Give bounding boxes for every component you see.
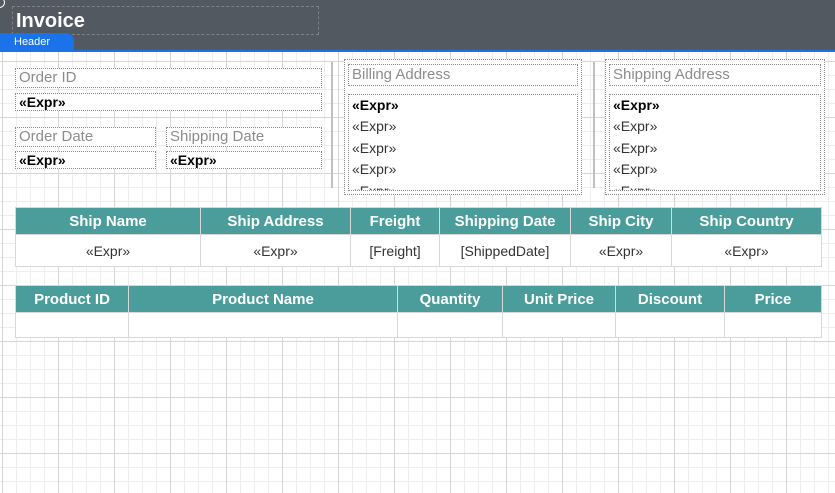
cell-unit-price[interactable] xyxy=(502,312,616,338)
ship-details-table[interactable]: Ship Name Ship Address Freight Shipping … xyxy=(15,207,822,267)
cell-quantity[interactable] xyxy=(397,312,503,338)
cell-freight[interactable]: [Freight] xyxy=(350,234,440,267)
title-textbox[interactable]: Invoice xyxy=(12,6,319,35)
order-date-label[interactable]: Order Date xyxy=(15,127,156,147)
cell-ship-country[interactable]: «Expr» xyxy=(671,234,822,267)
shipping-address-label[interactable]: Shipping Address xyxy=(609,64,821,86)
shipping-address-panel[interactable]: Shipping Address «Expr» «Expr» «Expr» «E… xyxy=(605,59,825,195)
shipping-line: «Expr» xyxy=(613,161,658,177)
header-product-id[interactable]: Product ID xyxy=(15,285,129,313)
header-shipping-date[interactable]: Shipping Date xyxy=(439,207,571,235)
cell-price[interactable] xyxy=(724,312,822,338)
header-discount[interactable]: Discount xyxy=(615,285,725,313)
billing-address-lines[interactable]: «Expr» «Expr» «Expr» «Expr» «Expr» xyxy=(348,94,578,191)
billing-line: «Expr» xyxy=(352,118,397,134)
cell-ship-name[interactable]: «Expr» xyxy=(15,234,201,267)
report-title: Invoice xyxy=(16,10,85,32)
shipping-line: «Expr» xyxy=(613,97,660,113)
table-row xyxy=(15,312,822,338)
header-price[interactable]: Price xyxy=(724,285,822,313)
header-ship-name[interactable]: Ship Name xyxy=(15,207,201,235)
shipping-date-label[interactable]: Shipping Date xyxy=(166,127,322,147)
cell-ship-city[interactable]: «Expr» xyxy=(570,234,672,267)
shipping-date-value[interactable]: «Expr» xyxy=(166,151,322,169)
band-label-tab[interactable]: Header xyxy=(0,33,74,52)
table-header-row: Product ID Product Name Quantity Unit Pr… xyxy=(15,285,822,313)
order-id-label[interactable]: Order ID xyxy=(15,68,322,88)
header-ship-city[interactable]: Ship City xyxy=(570,207,672,235)
billing-address-label[interactable]: Billing Address xyxy=(348,64,578,86)
table-header-row: Ship Name Ship Address Freight Shipping … xyxy=(15,207,822,235)
shipping-address-lines[interactable]: «Expr» «Expr» «Expr» «Expr» «Expr» xyxy=(609,94,821,191)
billing-address-panel[interactable]: Billing Address «Expr» «Expr» «Expr» «Ex… xyxy=(344,59,582,195)
shipping-line: «Expr» xyxy=(613,182,658,191)
billing-line: «Expr» xyxy=(352,139,397,156)
cell-shipping-date[interactable]: [ShippedDate] xyxy=(439,234,571,267)
separator-line-1 xyxy=(331,62,333,188)
cell-ship-address[interactable]: «Expr» xyxy=(200,234,351,267)
separator-line-2 xyxy=(593,62,595,188)
order-id-value[interactable]: «Expr» xyxy=(15,93,322,111)
header-ship-address[interactable]: Ship Address xyxy=(200,207,351,235)
product-details-table[interactable]: Product ID Product Name Quantity Unit Pr… xyxy=(15,285,822,338)
billing-line: «Expr» xyxy=(352,182,397,191)
header-freight[interactable]: Freight xyxy=(350,207,440,235)
order-date-value[interactable]: «Expr» xyxy=(15,151,156,169)
header-band[interactable]: Invoice Header xyxy=(0,0,835,52)
band-corner-handle-icon[interactable] xyxy=(0,0,5,8)
header-product-name[interactable]: Product Name xyxy=(128,285,398,313)
cell-product-name[interactable] xyxy=(128,312,398,338)
cell-discount[interactable] xyxy=(615,312,725,338)
table-row: «Expr» «Expr» [Freight] [ShippedDate] «E… xyxy=(15,234,822,267)
shipping-line: «Expr» xyxy=(613,139,658,156)
shipping-line: «Expr» xyxy=(613,118,658,134)
header-ship-country[interactable]: Ship Country xyxy=(671,207,822,235)
header-unit-price[interactable]: Unit Price xyxy=(502,285,616,313)
header-quantity[interactable]: Quantity xyxy=(397,285,503,313)
billing-line: «Expr» xyxy=(352,97,399,113)
billing-line: «Expr» xyxy=(352,161,397,177)
cell-product-id[interactable] xyxy=(15,312,129,338)
